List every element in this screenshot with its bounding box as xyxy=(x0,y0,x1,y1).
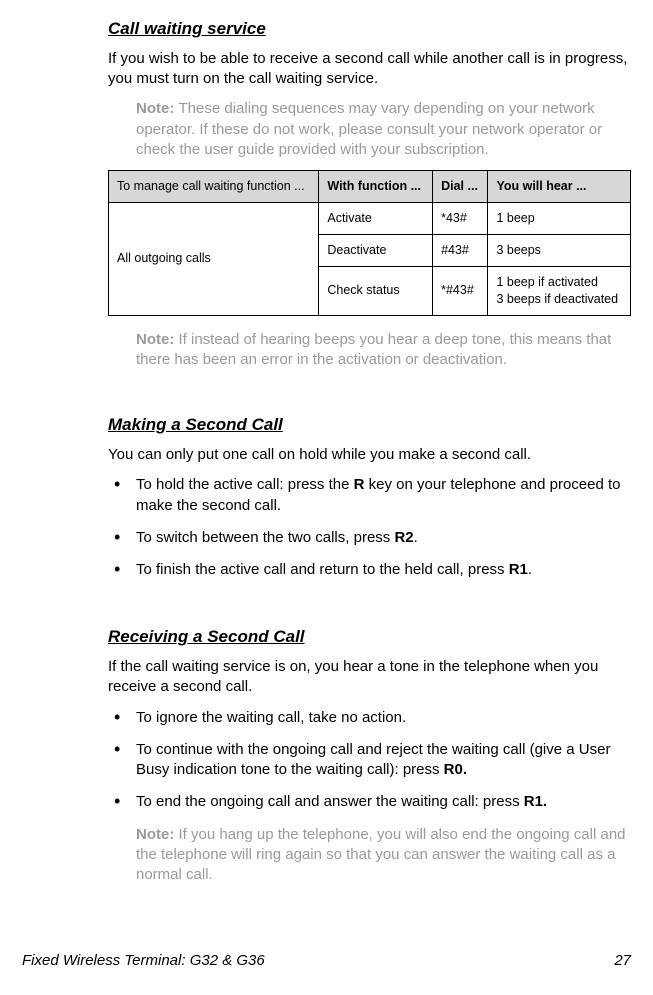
note-text: These dialing sequences may vary dependi… xyxy=(136,100,602,158)
cell-func: Deactivate xyxy=(319,234,433,266)
intro-second-call: You can only put one call on hold while … xyxy=(108,445,631,465)
table-head-hear: You will hear ... xyxy=(488,171,631,203)
list-item: To end the ongoing call and answer the w… xyxy=(108,792,631,812)
intro-receiving-call: If the call waiting service is on, you h… xyxy=(108,657,631,698)
list-text: To end the ongoing call and answer the w… xyxy=(136,793,524,810)
heading-receiving-call: Receiving a Second Call xyxy=(108,626,631,649)
list-bold: R xyxy=(354,476,365,493)
heading-call-waiting: Call waiting service xyxy=(108,18,631,41)
list-item: To switch between the two calls, press R… xyxy=(108,528,631,548)
note-label: Note: xyxy=(136,100,179,117)
cell-dial: *43# xyxy=(433,203,488,235)
second-call-list: To hold the active call: press the R key… xyxy=(108,475,631,580)
note-text: If instead of hearing beeps you hear a d… xyxy=(136,331,611,368)
call-waiting-table: To manage call waiting function ... With… xyxy=(108,170,631,315)
page-number: 27 xyxy=(614,951,631,971)
cell-hear: 3 beeps xyxy=(488,234,631,266)
list-item: To continue with the ongoing call and re… xyxy=(108,740,631,781)
page-footer: Fixed Wireless Terminal: G32 & G36 27 xyxy=(22,951,631,971)
table-row: All outgoing calls Activate *43# 1 beep xyxy=(109,203,631,235)
list-bold: R2 xyxy=(394,529,413,546)
table-head-manage: To manage call waiting function ... xyxy=(109,171,319,203)
cell-dial: #43# xyxy=(433,234,488,266)
list-text: To switch between the two calls, press xyxy=(136,529,394,546)
list-text: . xyxy=(414,529,418,546)
receiving-list: To ignore the waiting call, take no acti… xyxy=(108,708,631,813)
table-head-function: With function ... xyxy=(319,171,433,203)
list-item: To hold the active call: press the R key… xyxy=(108,475,631,516)
list-text: To hold the active call: press the xyxy=(136,476,354,493)
note-text: If you hang up the telephone, you will a… xyxy=(136,826,626,884)
cell-hear: 1 beep if activated 3 beeps if deactivat… xyxy=(488,266,631,315)
list-item: To finish the active call and return to … xyxy=(108,560,631,580)
cell-rowgroup: All outgoing calls xyxy=(109,203,319,316)
list-bold: R0. xyxy=(444,761,467,778)
list-text: To continue with the ongoing call and re… xyxy=(136,741,610,778)
list-item: To ignore the waiting call, take no acti… xyxy=(108,708,631,728)
note-deep-tone: Note: If instead of hearing beeps you he… xyxy=(136,330,631,371)
list-text: To ignore the waiting call, take no acti… xyxy=(136,709,406,726)
cell-hear: 1 beep xyxy=(488,203,631,235)
footer-title: Fixed Wireless Terminal: G32 & G36 xyxy=(22,951,265,971)
heading-second-call: Making a Second Call xyxy=(108,414,631,437)
cell-dial: *#43# xyxy=(433,266,488,315)
table-head-dial: Dial ... xyxy=(433,171,488,203)
list-bold: R1 xyxy=(509,561,528,578)
note-label: Note: xyxy=(136,826,179,843)
cell-func: Activate xyxy=(319,203,433,235)
cell-func: Check status xyxy=(319,266,433,315)
list-text: . xyxy=(528,561,532,578)
note-hangup: Note: If you hang up the telephone, you … xyxy=(136,825,631,886)
note-label: Note: xyxy=(136,331,179,348)
note-dialing-sequences: Note: These dialing sequences may vary d… xyxy=(136,99,631,160)
list-bold: R1. xyxy=(524,793,547,810)
list-text: To finish the active call and return to … xyxy=(136,561,509,578)
intro-call-waiting: If you wish to be able to receive a seco… xyxy=(108,49,631,90)
